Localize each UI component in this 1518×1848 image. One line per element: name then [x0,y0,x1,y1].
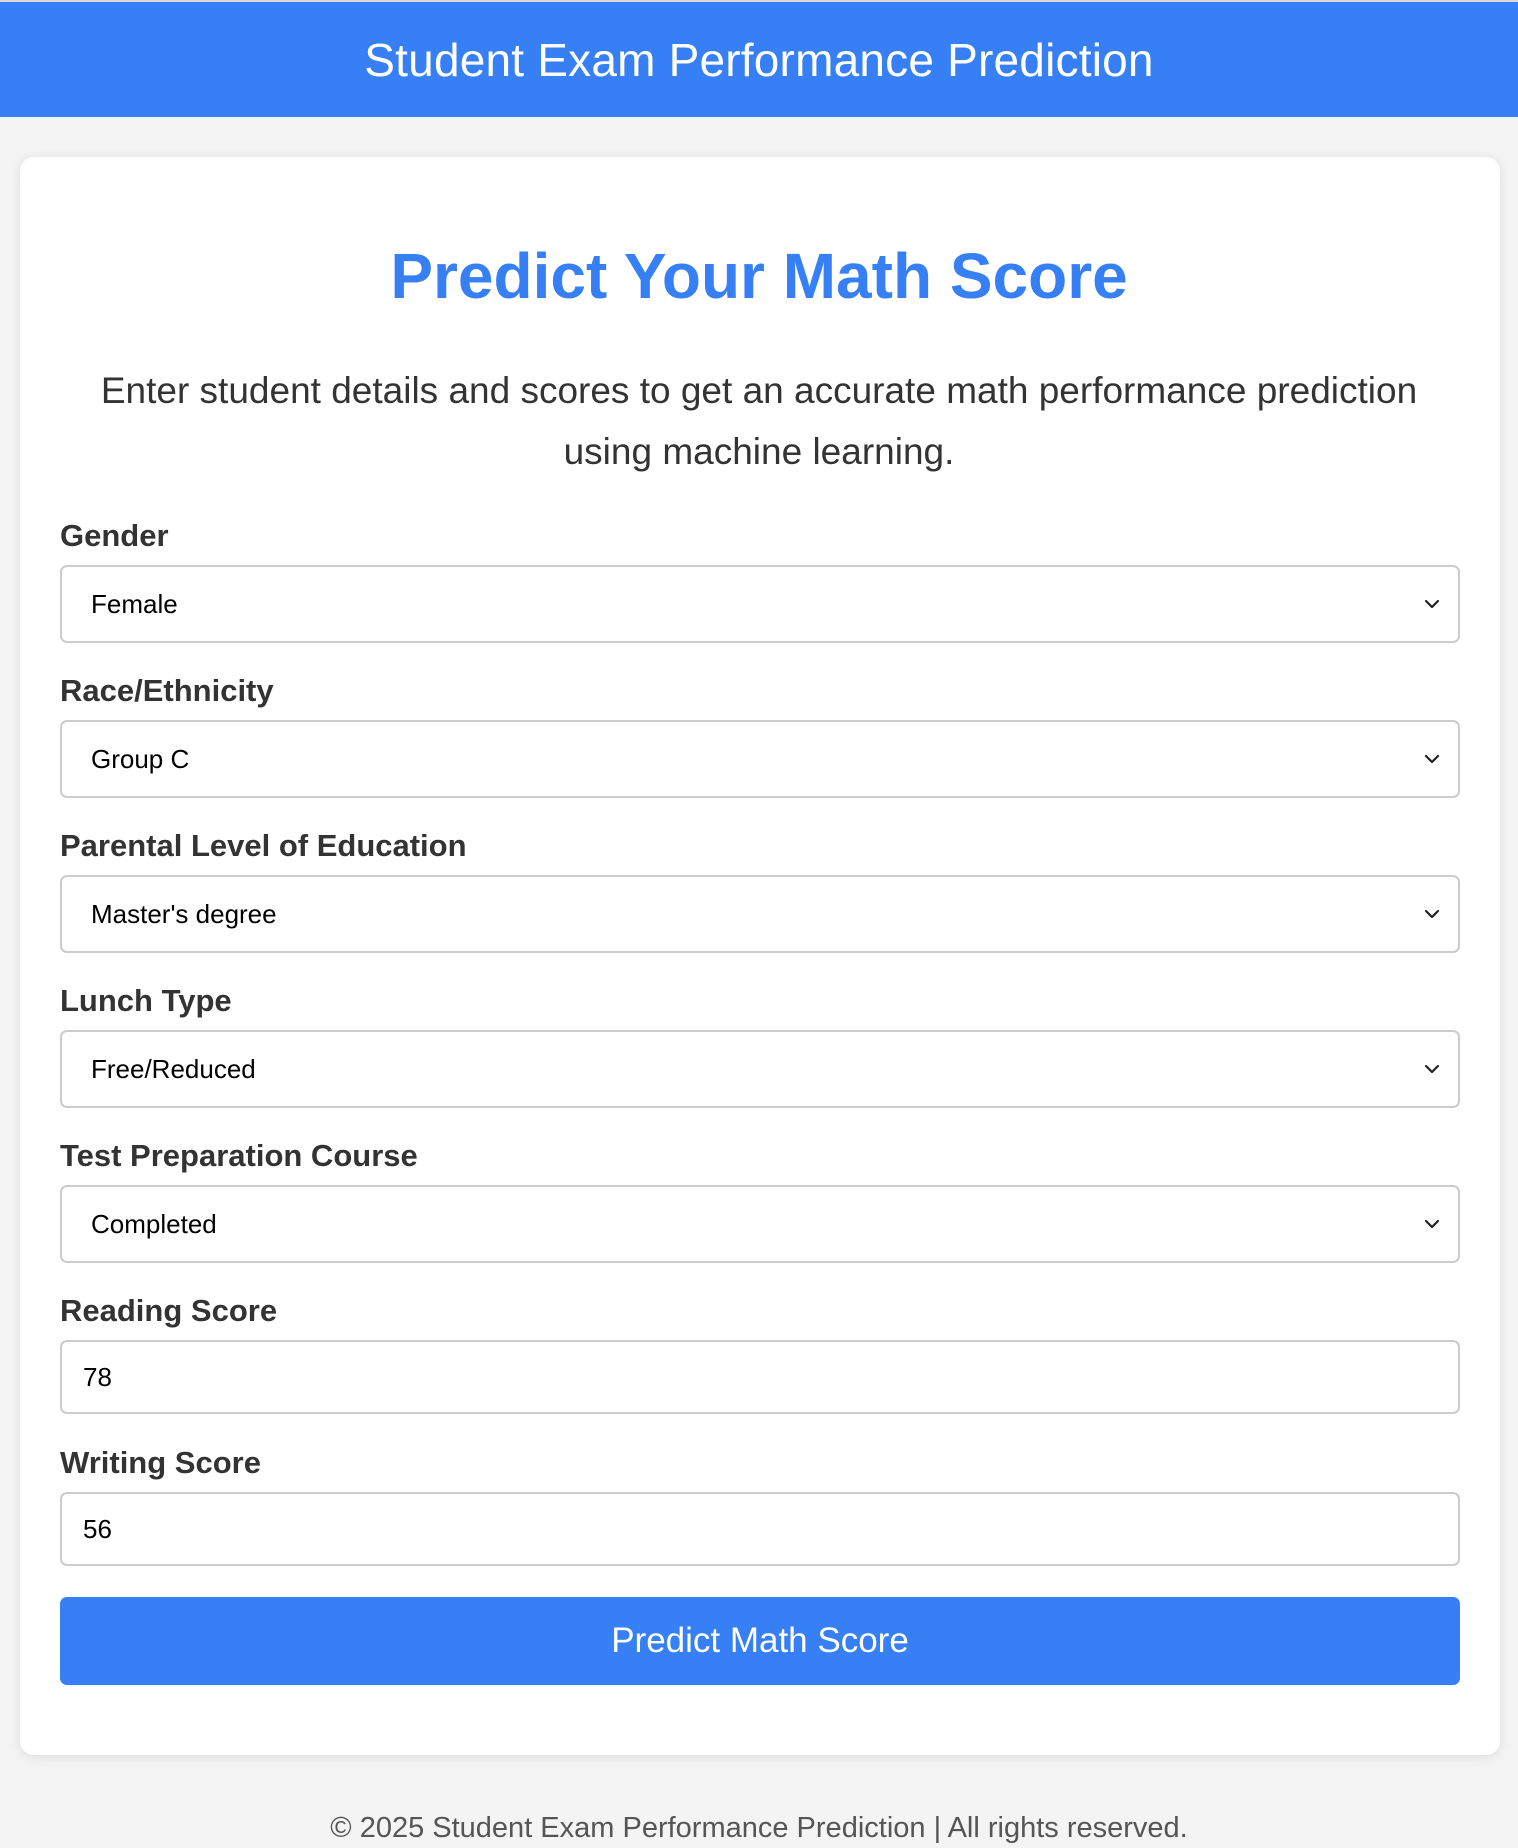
reading-score-label: Reading Score [60,1293,278,1328]
race-select[interactable]: Group C [60,720,1460,798]
race-selected-value: Group C [91,743,190,774]
footer-copyright: © 2025 Student Exam Performance Predicti… [330,1812,1188,1844]
writing-score-label: Writing Score [60,1445,261,1480]
reading-score-input[interactable]: 78 [60,1340,1460,1414]
parental-education-label: Parental Level of Education [60,828,467,863]
lunch-label: Lunch Type [60,983,232,1018]
gender-label: Gender [60,518,169,553]
test-prep-label: Test Preparation Course [60,1138,418,1173]
chevron-down-icon [1424,754,1440,764]
chevron-down-icon [1424,909,1440,919]
lunch-selected-value: Free/Reduced [91,1053,256,1084]
chevron-down-icon [1424,1064,1440,1074]
writing-score-value: 56 [83,1513,112,1544]
writing-score-input[interactable]: 56 [60,1492,1460,1566]
lunch-select[interactable]: Free/Reduced [60,1030,1460,1108]
chevron-down-icon [1424,599,1440,609]
form-description: Enter student details and scores to get … [100,370,1418,472]
app-header: Student Exam Performance Prediction [0,0,1518,117]
predict-math-score-button[interactable]: Predict Math Score [60,1597,1460,1685]
gender-selected-value: Female [91,588,178,619]
reading-score-value: 78 [83,1361,112,1392]
parental-education-select[interactable]: Master's degree [60,875,1460,953]
parental-education-selected-value: Master's degree [91,898,277,929]
chevron-down-icon [1424,1219,1440,1229]
app-title: Student Exam Performance Prediction [364,33,1154,86]
test-prep-selected-value: Completed [91,1208,217,1239]
test-prep-select[interactable]: Completed [60,1185,1460,1263]
gender-select[interactable]: Female [60,565,1460,643]
form-title: Predict Your Math Score [390,240,1128,312]
race-label: Race/Ethnicity [60,673,274,708]
